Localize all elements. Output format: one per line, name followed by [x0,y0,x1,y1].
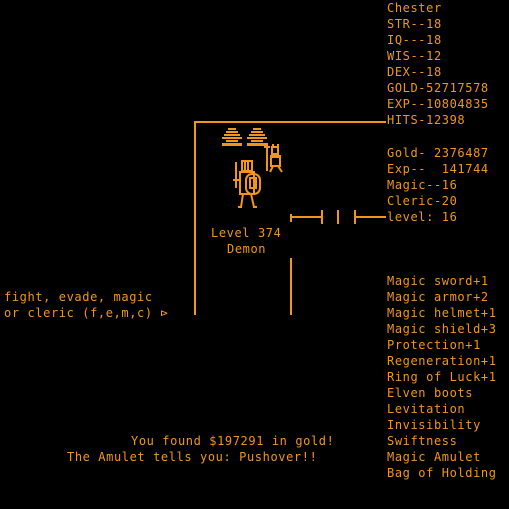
stat-gold: GOLD-52717578 [387,81,489,95]
status-magic: Magic--16 [387,178,458,192]
dungeon-corridor-tick-1 [290,214,292,222]
inventory-item: Magic sword+1 [387,274,489,288]
message-found-gold: You found $197291 in gold! [131,434,335,448]
status-level: level: 16 [387,210,458,224]
monster-level: Level 374 [211,226,282,240]
stat-wis: WIS--12 [387,49,442,63]
inventory-item: Bag of Holding [387,466,497,480]
inventory-item: Magic Amulet [387,450,481,464]
stat-hits: HITS-12398 [387,113,466,127]
monster-name: Demon [227,242,267,256]
inventory-item: Ring of Luck+1 [387,370,497,384]
knight-with-shield-icon [233,160,261,208]
inventory-item: Swiftness [387,434,458,448]
game-screen: Chester STR--18 IQ---18 WIS--12 DEX--18 … [0,0,509,509]
dungeon-corridor-line-left [290,216,322,218]
dungeon-corridor-line-right [354,216,386,218]
status-exp: Exp-- 141744 [387,162,489,176]
inventory-item: Regeneration+1 [387,354,497,368]
demon-icon [264,143,283,173]
status-cleric: Cleric-20 [387,194,458,208]
dungeon-corridor-tick-4 [354,210,356,224]
stat-dex: DEX--18 [387,65,442,79]
inventory-item: Levitation [387,402,466,416]
dungeon-far-wall [290,258,292,315]
dungeon-ceiling-line [194,121,386,123]
stat-exp: EXP--10804835 [387,97,489,111]
combat-prompt-line1: fight, evade, magic [4,290,153,304]
inventory-item: Elven boots [387,386,474,400]
inventory-item: Invisibility [387,418,481,432]
dungeon-corridor-tick-2 [321,210,323,224]
combat-prompt-line2[interactable]: or cleric (f,e,m,c) ⊳ [4,305,168,321]
inventory-item: Magic armor+2 [387,290,489,304]
stat-str: STR--18 [387,17,442,31]
inventory-item: Magic helmet+1 [387,306,497,320]
character-name: Chester [387,1,442,15]
inventory-item: Magic shield+3 [387,322,497,336]
inventory-item: Protection+1 [387,338,481,352]
dungeon-corridor-tick-3 [337,210,339,224]
stat-iq: IQ---18 [387,33,442,47]
dungeon-left-wall [194,121,196,315]
message-amulet: The Amulet tells you: Pushover!! [67,450,318,464]
treasure-pile-icon [222,128,242,146]
status-gold: Gold- 2376487 [387,146,489,160]
